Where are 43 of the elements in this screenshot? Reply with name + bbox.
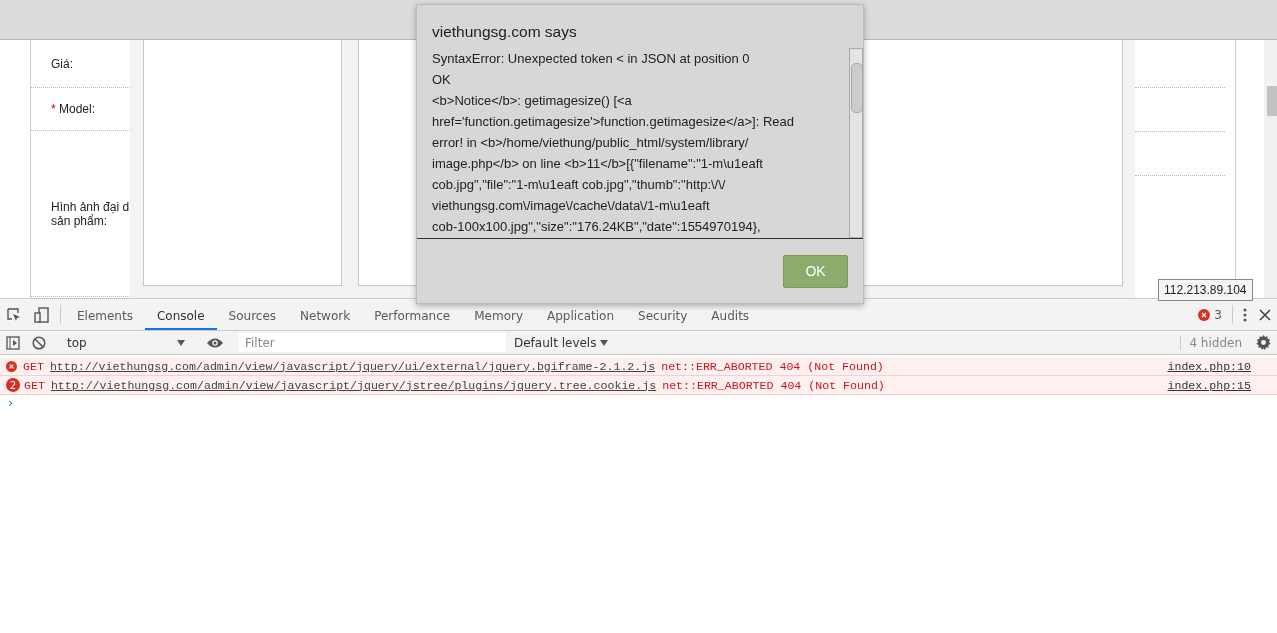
devtools-tab[interactable]: Sources: [216, 299, 289, 330]
message-line: viethungsg.com\/image\/cache\/data\/1-m\u1eaft: [432, 197, 711, 215]
caret-icon: [177, 339, 185, 346]
message-line: SyntaxError: Unexpected token < in JSON at position 0: [432, 50, 751, 68]
message-line: cob.jpg","file":"1-m\u1eaft cob.jpg","thumb":"http:\/\/: [432, 176, 727, 194]
devtools-tab[interactable]: Application: [535, 299, 627, 330]
message-line: error! in <b>/home/viethung/public_html/system/library/: [432, 134, 750, 152]
form-label: Giá:: [51, 56, 74, 71]
repeat-count: 2: [6, 378, 20, 392]
error-count[interactable]: 3: [1192, 299, 1228, 330]
scrollbar[interactable]: [849, 48, 863, 238]
source-link[interactable]: index.php:10: [1167, 359, 1251, 373]
scrollbar[interactable]: [1264, 40, 1277, 298]
form-label: Hình ảnh đại d sản phẩm:: [51, 199, 130, 228]
message-line: cob-100x100.jpg","size":"176.24KB","date":1554970194},: [432, 218, 762, 236]
devtools-tab[interactable]: Security: [626, 299, 700, 330]
devtools-tab[interactable]: Audits: [699, 299, 762, 330]
caret-icon: [600, 339, 609, 346]
error-text: net::ERR_ABORTED 404 (Not Found): [661, 359, 884, 373]
request-method: GET: [24, 378, 45, 392]
dialog-title: viethungsg.com says: [431, 22, 578, 42]
message-line: image.php</b> on line <b>11</b>[{"filename":"1-m\u1eaft: [432, 155, 764, 173]
request-url[interactable]: http://viethungsg.com/admin/view/javascript/jquery/ui/external/jquery.bgiframe-2.1.2.js: [49, 359, 656, 373]
levels-dropdown[interactable]: Default levels: [506, 335, 617, 350]
console-prompt[interactable]: ›: [0, 395, 1277, 410]
hidden-count: 4 hidden: [1180, 335, 1250, 350]
devtools-tab[interactable]: Network: [288, 299, 363, 330]
devtools-tab[interactable]: Memory: [462, 299, 535, 330]
error-icon: [1198, 308, 1211, 321]
context-select[interactable]: top: [61, 335, 191, 350]
filter-field[interactable]: Filter: [239, 333, 506, 352]
message-line: OK: [432, 71, 452, 89]
error-icon: [6, 360, 17, 372]
message-line: href='function.getimagesize'>function.getimagesize</a>]: Read: [432, 113, 795, 131]
form-label: * Model:: [51, 102, 97, 116]
tooltip: 112.213.89.104: [1158, 279, 1253, 301]
error-text: net::ERR_ABORTED 404 (Not Found): [662, 378, 885, 392]
request-method: GET: [23, 359, 44, 373]
request-url[interactable]: http://viethungsg.com/admin/view/javascript/jquery/jstree/plugins/jquery.tree.cookie.js: [50, 378, 657, 392]
devtools-tab[interactable]: Elements: [65, 299, 145, 330]
devtools-tab[interactable]: Performance: [362, 299, 463, 330]
source-link[interactable]: index.php:15: [1167, 378, 1251, 392]
message-line: <b>Notice</b>: getimagesize() [<a: [432, 92, 633, 110]
